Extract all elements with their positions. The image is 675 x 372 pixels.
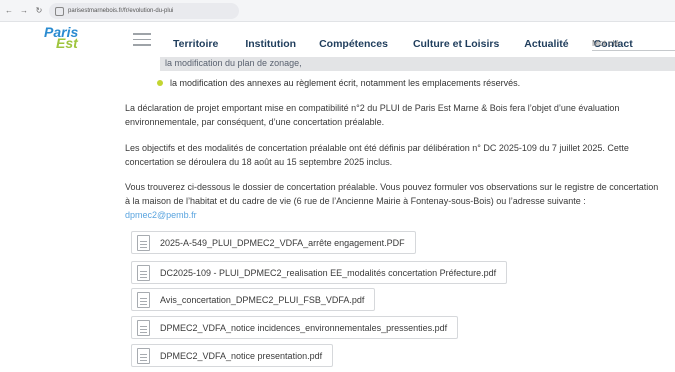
- menu-item-culture-loisirs[interactable]: Culture et Loisirs: [413, 38, 499, 50]
- search-input[interactable]: [592, 38, 672, 48]
- site-info-icon[interactable]: [55, 6, 64, 16]
- list-item-text: la modification des annexes au règlement…: [170, 78, 521, 88]
- document-label: Avis_concertation_DPMEC2_PLUI_FSB_VDFA.p…: [160, 294, 365, 305]
- document-link[interactable]: DPMEC2_VDFA_notice presentation.pdf: [131, 344, 334, 367]
- paragraph-dossier: Vous trouverez ci-dessous le dossier de …: [125, 180, 665, 222]
- file-icon: [137, 234, 150, 251]
- list-item: la modification des annexes au règlement…: [157, 78, 520, 88]
- menu-item-actualite[interactable]: Actualité: [524, 38, 568, 50]
- menu-item-territoire[interactable]: Territoire: [173, 38, 218, 50]
- document-label: 2025-A-549_PLUI_DPMEC2_VDFA_arrête engag…: [160, 237, 405, 248]
- search-box: [592, 33, 675, 51]
- reload-icon[interactable]: ↻: [33, 4, 45, 18]
- logo-est-text: Est: [56, 35, 78, 51]
- file-icon: [137, 319, 150, 336]
- document-label: DPMEC2_VDFA_notice presentation.pdf: [160, 350, 323, 361]
- url-text: parisestmarnebois.fr/fr/evolution-du-plu…: [68, 8, 174, 14]
- paragraph-evaluation: La déclaration de projet emportant mise …: [125, 103, 620, 127]
- file-icon: [137, 347, 150, 364]
- menu-item-institution[interactable]: Institution: [245, 38, 296, 50]
- logo[interactable]: Paris Est: [42, 24, 100, 62]
- bullet-icon: [157, 80, 163, 86]
- document-link[interactable]: 2025-A-549_PLUI_DPMEC2_VDFA_arrête engag…: [131, 231, 416, 254]
- hamburger-menu-icon[interactable]: [133, 33, 151, 50]
- document-link[interactable]: DPMEC2_VDFA_notice incidences_environnem…: [131, 316, 459, 339]
- file-icon: [137, 291, 150, 308]
- document-label: DPMEC2_VDFA_notice incidences_environnem…: [160, 322, 448, 333]
- document-link[interactable]: DC2025-109 - PLUI_DPMEC2_realisation EE_…: [131, 261, 508, 284]
- list-item: la modification du plan de zonage,: [165, 58, 302, 68]
- file-icon: [137, 264, 150, 281]
- document-link[interactable]: Avis_concertation_DPMEC2_PLUI_FSB_VDFA.p…: [131, 288, 376, 311]
- menu-item-competences[interactable]: Compétences: [319, 38, 388, 50]
- back-arrow-icon[interactable]: ←: [3, 4, 15, 18]
- browser-toolbar: ← → ↻ parisestmarnebois.fr/fr/evolution-…: [0, 0, 675, 22]
- forward-arrow-icon[interactable]: →: [18, 4, 30, 18]
- address-bar[interactable]: parisestmarnebois.fr/fr/evolution-du-plu…: [49, 3, 239, 19]
- main-menu: Territoire Institution Compétences Cultu…: [173, 38, 633, 50]
- paragraph-dossier-text: Vous trouverez ci-dessous le dossier de …: [125, 182, 659, 206]
- paragraph-objectives: Les objectifs et des modalités de concer…: [125, 143, 629, 167]
- document-label: DC2025-109 - PLUI_DPMEC2_realisation EE_…: [160, 267, 497, 278]
- email-link[interactable]: dpmec2@pemb.fr: [125, 210, 197, 220]
